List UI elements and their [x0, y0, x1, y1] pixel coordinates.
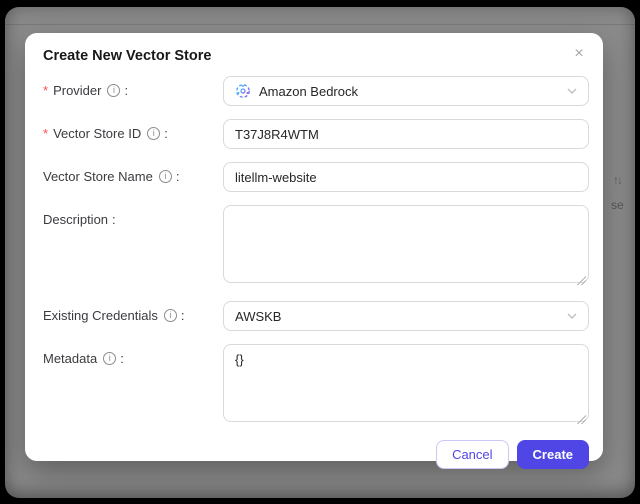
vector-store-id-input[interactable] [223, 119, 589, 149]
provider-row: * Provider i : Amazon Bedrock [39, 76, 589, 106]
metadata-label-text: Metadata [43, 351, 98, 366]
vector-store-name-input[interactable] [223, 162, 589, 192]
required-marker: * [43, 126, 49, 141]
provider-select[interactable]: Amazon Bedrock [223, 76, 589, 106]
description-row: Description : [39, 205, 589, 288]
background-partial-text: se [611, 198, 624, 212]
label-colon: : [124, 83, 129, 98]
label-colon: : [180, 308, 185, 323]
vector-store-id-row: * Vector Store ID i : [39, 119, 589, 149]
metadata-textarea[interactable]: {} [223, 344, 589, 422]
vector-store-id-label-text: Vector Store ID [53, 126, 142, 141]
vector-store-name-row: Vector Store Name i : [39, 162, 589, 192]
create-vector-store-modal: × Create New Vector Store * Provider i : [25, 33, 603, 469]
provider-value: Amazon Bedrock [259, 83, 358, 99]
chevron-down-icon [567, 88, 577, 94]
background-header-seam [5, 24, 635, 25]
label-colon: : [112, 212, 116, 227]
description-label-text: Description [43, 212, 109, 227]
close-icon[interactable]: × [569, 44, 589, 64]
info-icon[interactable]: i [163, 309, 177, 322]
chevron-down-icon [567, 313, 577, 319]
required-marker: * [43, 83, 49, 98]
existing-credentials-value: AWSKB [235, 308, 282, 324]
label-colon: : [164, 126, 168, 141]
label-colon: : [175, 169, 180, 184]
provider-label-text: Provider [53, 83, 102, 98]
create-button[interactable]: Create [516, 440, 589, 469]
existing-credentials-row: Existing Credentials i : AWSKB [39, 301, 589, 331]
label-colon: : [120, 351, 124, 366]
modal-footer: Cancel Create [39, 440, 589, 471]
info-icon[interactable]: i [158, 170, 172, 183]
metadata-row: Metadata i : {} [39, 344, 589, 427]
amazon-bedrock-icon [235, 83, 251, 99]
metadata-label: Metadata i : [39, 344, 223, 366]
cancel-button[interactable]: Cancel [436, 440, 509, 469]
description-textarea[interactable] [223, 205, 589, 283]
info-icon[interactable]: i [103, 352, 117, 365]
sort-icon: ↑↓ [613, 173, 623, 187]
description-label: Description : [39, 205, 223, 227]
vector-store-name-label-text: Vector Store Name [43, 169, 153, 184]
vector-store-id-label: * Vector Store ID i : [39, 119, 223, 141]
info-icon[interactable]: i [147, 127, 161, 140]
vector-store-name-label: Vector Store Name i : [39, 162, 223, 184]
existing-credentials-label-text: Existing Credentials [43, 308, 158, 323]
modal-title: Create New Vector Store [43, 48, 212, 64]
provider-label: * Provider i : [39, 76, 223, 98]
info-icon[interactable]: i [107, 84, 121, 97]
existing-credentials-label: Existing Credentials i : [39, 301, 223, 323]
existing-credentials-select[interactable]: AWSKB [223, 301, 589, 331]
